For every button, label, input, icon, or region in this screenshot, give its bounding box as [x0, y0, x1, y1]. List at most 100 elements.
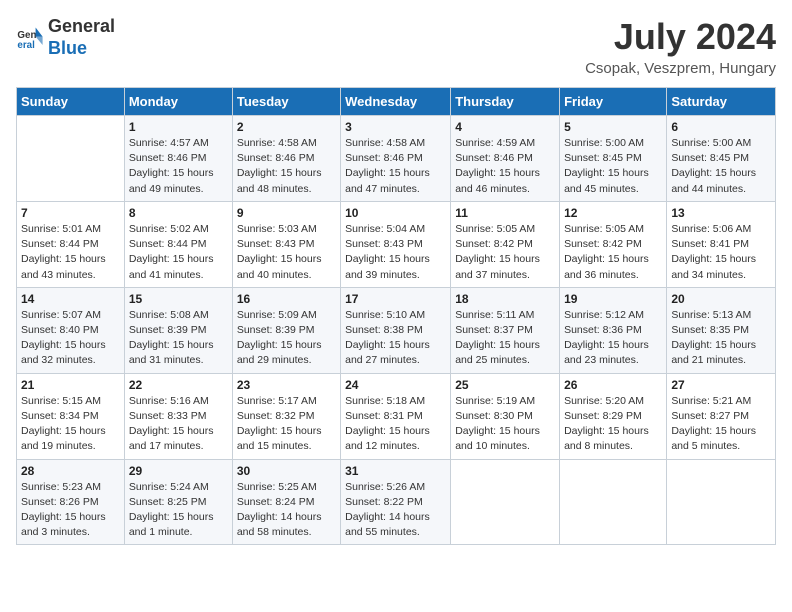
calendar-header: SundayMondayTuesdayWednesdayThursdayFrid… — [17, 88, 776, 116]
day-info: Sunrise: 4:58 AM Sunset: 8:46 PM Dayligh… — [345, 136, 446, 197]
day-info: Sunrise: 5:01 AM Sunset: 8:44 PM Dayligh… — [21, 222, 120, 283]
calendar-cell: 10 Sunrise: 5:04 AM Sunset: 8:43 PM Dayli… — [341, 201, 451, 287]
header-day-friday: Friday — [560, 88, 667, 116]
day-info: Sunrise: 5:23 AM Sunset: 8:26 PM Dayligh… — [21, 480, 120, 541]
calendar-cell: 24 Sunrise: 5:18 AM Sunset: 8:31 PM Dayli… — [341, 373, 451, 459]
day-info: Sunrise: 5:03 AM Sunset: 8:43 PM Dayligh… — [237, 222, 336, 283]
day-info: Sunrise: 5:12 AM Sunset: 8:36 PM Dayligh… — [564, 308, 662, 369]
day-number: 8 — [129, 206, 228, 220]
day-number: 11 — [455, 206, 555, 220]
day-info: Sunrise: 5:24 AM Sunset: 8:25 PM Dayligh… — [129, 480, 228, 541]
calendar-cell: 8 Sunrise: 5:02 AM Sunset: 8:44 PM Daylig… — [124, 201, 232, 287]
calendar-cell: 22 Sunrise: 5:16 AM Sunset: 8:33 PM Dayli… — [124, 373, 232, 459]
day-number: 23 — [237, 378, 336, 392]
calendar-body: 1 Sunrise: 4:57 AM Sunset: 8:46 PM Daylig… — [17, 116, 776, 545]
calendar-cell: 7 Sunrise: 5:01 AM Sunset: 8:44 PM Daylig… — [17, 201, 125, 287]
calendar-cell: 16 Sunrise: 5:09 AM Sunset: 8:39 PM Dayli… — [232, 287, 340, 373]
calendar-cell: 23 Sunrise: 5:17 AM Sunset: 8:32 PM Dayli… — [232, 373, 340, 459]
day-number: 25 — [455, 378, 555, 392]
day-number: 16 — [237, 292, 336, 306]
day-info: Sunrise: 5:00 AM Sunset: 8:45 PM Dayligh… — [671, 136, 771, 197]
day-number: 29 — [129, 464, 228, 478]
calendar-cell: 13 Sunrise: 5:06 AM Sunset: 8:41 PM Dayli… — [667, 201, 776, 287]
calendar-cell: 11Sunrise: 5:05 AM Sunset: 8:42 PM Dayli… — [451, 201, 560, 287]
calendar-cell: 21 Sunrise: 5:15 AM Sunset: 8:34 PM Dayli… — [17, 373, 125, 459]
svg-text:eral: eral — [17, 39, 35, 50]
title-area: July 2024 Csopak, Veszprem, Hungary — [585, 16, 776, 77]
day-number: 20 — [671, 292, 771, 306]
header-day-thursday: Thursday — [451, 88, 560, 116]
day-number: 1 — [129, 120, 228, 134]
calendar-cell: 5Sunrise: 5:00 AM Sunset: 8:45 PM Daylig… — [560, 116, 667, 202]
header-row: SundayMondayTuesdayWednesdayThursdayFrid… — [17, 88, 776, 116]
month-title: July 2024 — [585, 16, 776, 58]
calendar-cell: 18Sunrise: 5:11 AM Sunset: 8:37 PM Dayli… — [451, 287, 560, 373]
day-number: 27 — [671, 378, 771, 392]
day-info: Sunrise: 5:08 AM Sunset: 8:39 PM Dayligh… — [129, 308, 228, 369]
header-day-monday: Monday — [124, 88, 232, 116]
calendar-cell: 12Sunrise: 5:05 AM Sunset: 8:42 PM Dayli… — [560, 201, 667, 287]
logo: Gen eral General Blue — [16, 16, 115, 59]
header-day-sunday: Sunday — [17, 88, 125, 116]
calendar-cell: 20Sunrise: 5:13 AM Sunset: 8:35 PM Dayli… — [667, 287, 776, 373]
page-header: Gen eral General Blue July 2024 Csopak, … — [16, 16, 776, 77]
calendar-cell: 17Sunrise: 5:10 AM Sunset: 8:38 PM Dayli… — [341, 287, 451, 373]
day-info: Sunrise: 5:21 AM Sunset: 8:27 PM Dayligh… — [671, 394, 771, 455]
calendar-cell: 3Sunrise: 4:58 AM Sunset: 8:46 PM Daylig… — [341, 116, 451, 202]
day-info: Sunrise: 5:25 AM Sunset: 8:24 PM Dayligh… — [237, 480, 336, 541]
logo-icon: Gen eral — [16, 24, 44, 52]
calendar-week-4: 21 Sunrise: 5:15 AM Sunset: 8:34 PM Dayli… — [17, 373, 776, 459]
day-number: 6 — [671, 120, 771, 134]
day-number: 28 — [21, 464, 120, 478]
day-info: Sunrise: 5:26 AM Sunset: 8:22 PM Dayligh… — [345, 480, 446, 541]
calendar-cell: 4 Sunrise: 4:59 AM Sunset: 8:46 PM Daylig… — [451, 116, 560, 202]
calendar-cell: 6 Sunrise: 5:00 AM Sunset: 8:45 PM Daylig… — [667, 116, 776, 202]
day-info: Sunrise: 5:05 AM Sunset: 8:42 PM Dayligh… — [564, 222, 662, 283]
day-info: Sunrise: 5:00 AM Sunset: 8:45 PM Dayligh… — [564, 136, 662, 197]
calendar-cell — [560, 459, 667, 545]
day-number: 31 — [345, 464, 446, 478]
day-info: Sunrise: 5:20 AM Sunset: 8:29 PM Dayligh… — [564, 394, 662, 455]
day-info: Sunrise: 4:57 AM Sunset: 8:46 PM Dayligh… — [129, 136, 228, 197]
day-info: Sunrise: 5:17 AM Sunset: 8:32 PM Dayligh… — [237, 394, 336, 455]
calendar-cell — [17, 116, 125, 202]
day-info: Sunrise: 5:10 AM Sunset: 8:38 PM Dayligh… — [345, 308, 446, 369]
day-number: 2 — [237, 120, 336, 134]
day-info: Sunrise: 5:07 AM Sunset: 8:40 PM Dayligh… — [21, 308, 120, 369]
calendar-table: SundayMondayTuesdayWednesdayThursdayFrid… — [16, 87, 776, 545]
day-number: 7 — [21, 206, 120, 220]
day-info: Sunrise: 5:15 AM Sunset: 8:34 PM Dayligh… — [21, 394, 120, 455]
calendar-cell — [667, 459, 776, 545]
day-number: 9 — [237, 206, 336, 220]
day-info: Sunrise: 5:02 AM Sunset: 8:44 PM Dayligh… — [129, 222, 228, 283]
day-info: Sunrise: 5:18 AM Sunset: 8:31 PM Dayligh… — [345, 394, 446, 455]
day-info: Sunrise: 5:16 AM Sunset: 8:33 PM Dayligh… — [129, 394, 228, 455]
day-number: 4 — [455, 120, 555, 134]
day-number: 21 — [21, 378, 120, 392]
day-info: Sunrise: 4:59 AM Sunset: 8:46 PM Dayligh… — [455, 136, 555, 197]
day-info: Sunrise: 5:11 AM Sunset: 8:37 PM Dayligh… — [455, 308, 555, 369]
calendar-cell: 2 Sunrise: 4:58 AM Sunset: 8:46 PM Daylig… — [232, 116, 340, 202]
logo-text: General Blue — [48, 16, 115, 59]
day-info: Sunrise: 5:04 AM Sunset: 8:43 PM Dayligh… — [345, 222, 446, 283]
day-number: 26 — [564, 378, 662, 392]
day-number: 10 — [345, 206, 446, 220]
day-number: 22 — [129, 378, 228, 392]
calendar-cell: 14Sunrise: 5:07 AM Sunset: 8:40 PM Dayli… — [17, 287, 125, 373]
calendar-cell: 25Sunrise: 5:19 AM Sunset: 8:30 PM Dayli… — [451, 373, 560, 459]
day-info: Sunrise: 5:09 AM Sunset: 8:39 PM Dayligh… — [237, 308, 336, 369]
calendar-week-3: 14Sunrise: 5:07 AM Sunset: 8:40 PM Dayli… — [17, 287, 776, 373]
day-number: 19 — [564, 292, 662, 306]
location-title: Csopak, Veszprem, Hungary — [585, 60, 776, 77]
day-info: Sunrise: 4:58 AM Sunset: 8:46 PM Dayligh… — [237, 136, 336, 197]
calendar-cell: 27 Sunrise: 5:21 AM Sunset: 8:27 PM Dayli… — [667, 373, 776, 459]
day-number: 24 — [345, 378, 446, 392]
calendar-week-2: 7 Sunrise: 5:01 AM Sunset: 8:44 PM Daylig… — [17, 201, 776, 287]
calendar-cell: 1 Sunrise: 4:57 AM Sunset: 8:46 PM Daylig… — [124, 116, 232, 202]
calendar-cell: 19 Sunrise: 5:12 AM Sunset: 8:36 PM Dayli… — [560, 287, 667, 373]
day-number: 13 — [671, 206, 771, 220]
calendar-cell: 29 Sunrise: 5:24 AM Sunset: 8:25 PM Dayli… — [124, 459, 232, 545]
day-info: Sunrise: 5:06 AM Sunset: 8:41 PM Dayligh… — [671, 222, 771, 283]
header-day-wednesday: Wednesday — [341, 88, 451, 116]
calendar-cell: 26 Sunrise: 5:20 AM Sunset: 8:29 PM Dayli… — [560, 373, 667, 459]
